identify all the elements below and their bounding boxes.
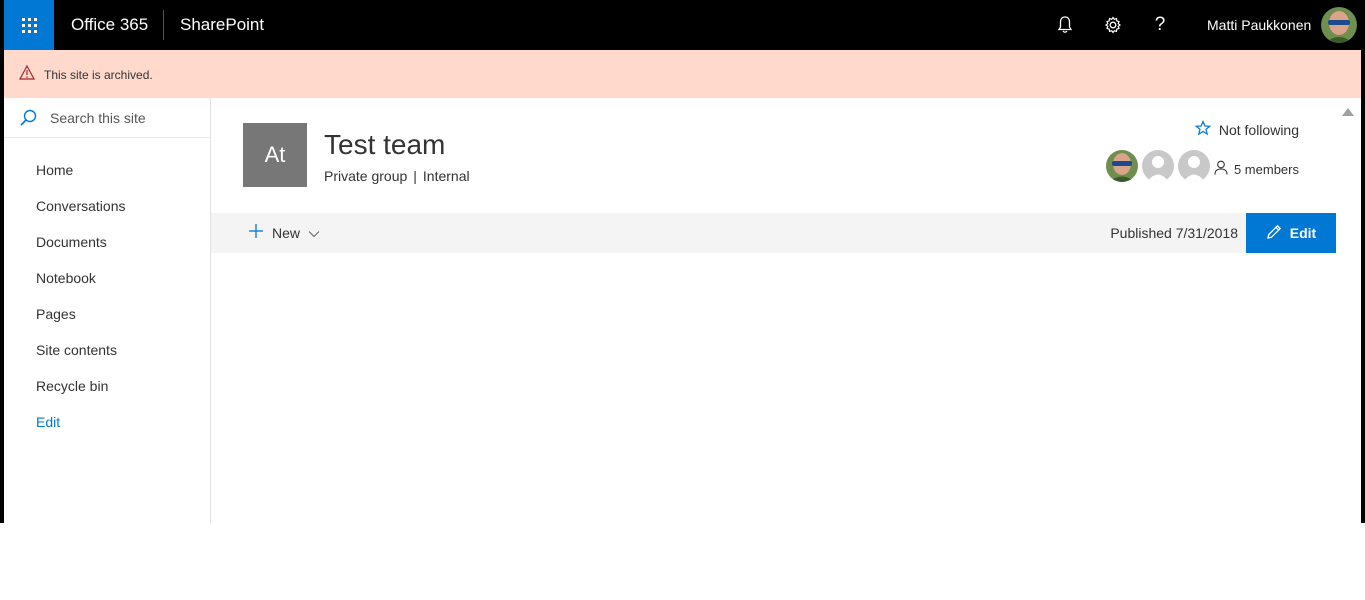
follow-button[interactable]: Not following (1194, 119, 1299, 139)
nav-item-site-contents[interactable]: Site contents (36, 342, 117, 358)
command-bar: New Published 7/31/2018 Edit (211, 213, 1336, 253)
new-button[interactable]: New (248, 223, 320, 242)
bell-icon[interactable] (1053, 13, 1077, 37)
archived-banner: This site is archived. (4, 50, 1361, 98)
site-logo[interactable]: At (243, 123, 307, 187)
published-status: Published 7/31/2018 (1110, 225, 1238, 241)
plus-icon (248, 223, 264, 242)
suite-divider (163, 10, 164, 40)
main-content: At Test team Private group | Internal Not … (211, 98, 1336, 523)
site-meta: Private group | Internal (324, 168, 470, 184)
star-icon (1194, 119, 1212, 139)
search-icon[interactable] (19, 109, 37, 132)
edit-page-button[interactable]: Edit (1246, 213, 1336, 253)
gear-icon[interactable] (1101, 13, 1125, 37)
member-faces (1106, 150, 1210, 182)
nav-item-documents[interactable]: Documents (36, 234, 107, 250)
nav-item-pages[interactable]: Pages (36, 306, 76, 322)
member-avatar[interactable] (1106, 150, 1138, 182)
user-avatar[interactable] (1321, 7, 1357, 43)
person-icon (1214, 160, 1228, 178)
nav-item-conversations[interactable]: Conversations (36, 198, 126, 214)
members-label: 5 members (1233, 161, 1299, 177)
search-input[interactable] (50, 107, 200, 129)
app-launcher-button[interactable] (4, 0, 54, 50)
follow-label: Not following (1218, 121, 1299, 138)
site-title[interactable]: Test team (324, 129, 445, 161)
classification-label: Internal (422, 168, 470, 184)
banner-message: This site is archived. (44, 68, 153, 82)
left-navigation: Home Conversations Documents Notebook Pa… (4, 98, 211, 523)
edit-label: Edit (1289, 225, 1317, 241)
privacy-label: Private group (324, 168, 408, 184)
help-icon[interactable]: ? (1148, 13, 1172, 37)
waffle-icon (21, 17, 37, 33)
new-label: New (272, 224, 301, 241)
pencil-icon (1266, 224, 1282, 243)
chevron-down-icon (308, 225, 320, 241)
meta-separator: | (413, 168, 417, 184)
member-placeholder-avatar[interactable] (1142, 150, 1174, 182)
user-name[interactable]: Matti Paukkonen (1207, 17, 1311, 33)
sharepoint-app-name[interactable]: SharePoint (180, 15, 264, 35)
nav-item-recycle-bin[interactable]: Recycle bin (36, 378, 108, 394)
warning-icon (18, 64, 36, 85)
office-365-brand[interactable]: Office 365 (71, 15, 148, 35)
suite-bar: Office 365 SharePoint ? Matti Paukkonen (4, 0, 1361, 50)
member-placeholder-avatar[interactable] (1178, 150, 1210, 182)
site-search-box[interactable] (4, 98, 210, 138)
nav-item-home[interactable]: Home (36, 162, 73, 178)
vertical-scrollbar[interactable] (1336, 98, 1361, 523)
members-button[interactable]: 5 members (1214, 160, 1299, 178)
page-area: Home Conversations Documents Notebook Pa… (4, 98, 1336, 523)
nav-item-notebook[interactable]: Notebook (36, 270, 96, 286)
scroll-up-arrow-icon[interactable] (1342, 108, 1354, 116)
nav-edit-link[interactable]: Edit (36, 414, 60, 430)
